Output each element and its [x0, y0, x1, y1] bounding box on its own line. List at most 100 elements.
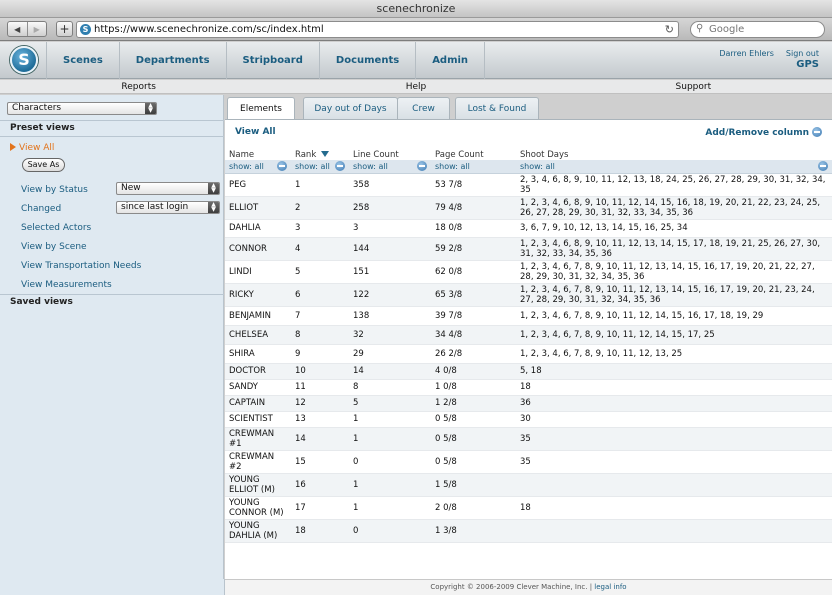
table-row[interactable]: CHELSEA 8 32 34 4/8 1, 2, 3, 4, 6, 7, 8, 9, …	[225, 325, 832, 345]
select-arrows-icon: ▲ ▼	[145, 103, 156, 114]
scenechronize-logo-icon[interactable]: S	[10, 46, 38, 74]
subnav-help[interactable]: Help	[277, 80, 554, 93]
table-row[interactable]: YOUNG ELLIOT (M) 16 1 1 5/8	[225, 473, 832, 497]
filter-page-count[interactable]: show: all	[431, 160, 516, 174]
table-row[interactable]: CREWMAN #2 15 0 0 5/8 35	[225, 450, 832, 474]
project-name[interactable]: GPS	[719, 59, 819, 70]
cell-name[interactable]: SCIENTIST	[225, 411, 291, 428]
column-header-name[interactable]: Name	[225, 148, 291, 160]
column-options-icon[interactable]	[812, 127, 822, 137]
address-bar[interactable]: S https://www.scenechronize.com/sc/index…	[76, 21, 679, 38]
cell-name[interactable]: CREWMAN #1	[225, 427, 291, 451]
table-row[interactable]: BENJAMIN 7 138 39 7/8 1, 2, 3, 4, 6, 7, 8, 9…	[225, 306, 832, 326]
cell-page-count: 62 0/8	[431, 260, 516, 284]
add-remove-column-button[interactable]: Add/Remove column	[705, 127, 822, 138]
preset-view-all[interactable]: View All	[10, 143, 54, 153]
sub-nav: Reports Help Support	[0, 80, 832, 94]
table-row[interactable]: CONNOR 4 144 59 2/8 1, 2, 3, 4, 6, 8, 9, 10,…	[225, 237, 832, 261]
subnav-support[interactable]: Support	[555, 80, 832, 93]
view-all-link[interactable]: View All	[235, 127, 276, 137]
table-row[interactable]: YOUNG CONNOR (M) 17 1 2 0/8 18	[225, 496, 832, 520]
cell-name[interactable]: LINDI	[225, 260, 291, 284]
cell-name[interactable]: BENJAMIN	[225, 306, 291, 326]
table-row[interactable]: CREWMAN #1 14 1 0 5/8 35	[225, 427, 832, 451]
table-row[interactable]: SCIENTIST 13 1 0 5/8 30	[225, 411, 832, 428]
cell-name[interactable]: PEG	[225, 173, 291, 197]
column-header-line-count[interactable]: Line Count	[349, 148, 431, 160]
subnav-reports[interactable]: Reports	[0, 80, 277, 93]
save-as-button[interactable]: Save As	[22, 158, 65, 172]
column-header-shoot-days[interactable]: Shoot Days	[516, 148, 832, 160]
nav-admin[interactable]: Admin	[415, 42, 486, 79]
view-by-scene-link[interactable]: View by Scene	[21, 242, 87, 252]
filter-shoot-days[interactable]: show: all	[516, 160, 832, 174]
cell-line-count: 5	[349, 395, 431, 412]
nav-scenes[interactable]: Scenes	[46, 42, 119, 79]
cell-name[interactable]: YOUNG DAHLIA (M)	[225, 519, 291, 543]
filter-name[interactable]: show: all	[225, 160, 291, 174]
search-input[interactable]	[709, 24, 819, 35]
add-bookmark-button[interactable]: +	[56, 21, 73, 37]
cell-name[interactable]: SHIRA	[225, 344, 291, 364]
filter-options-icon[interactable]	[818, 161, 828, 171]
cell-name[interactable]: YOUNG ELLIOT (M)	[225, 473, 291, 497]
column-header-rank[interactable]: Rank	[291, 148, 349, 160]
legal-info-link[interactable]: legal info	[594, 583, 626, 591]
cell-name[interactable]: CONNOR	[225, 237, 291, 261]
view-measurements-link[interactable]: View Measurements	[21, 280, 112, 290]
reload-icon[interactable]: ↻	[665, 23, 674, 36]
sign-out-link[interactable]: Sign out	[786, 49, 819, 58]
table-row[interactable]: PEG 1 358 53 7/8 2, 3, 4, 6, 8, 9, 10, 11, 1…	[225, 173, 832, 197]
filter-line-count[interactable]: show: all	[349, 160, 431, 174]
table-row[interactable]: SANDY 11 8 1 0/8 18	[225, 379, 832, 396]
table-row[interactable]: SHIRA 9 29 26 2/8 1, 2, 3, 4, 6, 7, 8, 9, 10…	[225, 344, 832, 364]
cell-page-count: 26 2/8	[431, 344, 516, 364]
view-transportation-needs-link[interactable]: View Transportation Needs	[21, 261, 141, 271]
cell-name[interactable]: YOUNG CONNOR (M)	[225, 496, 291, 520]
forward-icon[interactable]: ▶	[26, 22, 47, 36]
table-row[interactable]: DAHLIA 3 3 18 0/8 3, 6, 7, 9, 10, 12, 13, 14…	[225, 219, 832, 238]
table-row[interactable]: CAPTAIN 12 5 1 2/8 36	[225, 395, 832, 412]
table-row[interactable]: RICKY 6 122 65 3/8 1, 2, 3, 4, 6, 7, 8, 9, 1…	[225, 283, 832, 307]
cell-name[interactable]: DOCTOR	[225, 363, 291, 380]
cell-name[interactable]: DAHLIA	[225, 219, 291, 238]
view-by-status-link[interactable]: View by Status	[21, 185, 88, 195]
cell-name[interactable]: ELLIOT	[225, 196, 291, 220]
filter-options-icon[interactable]	[335, 161, 345, 171]
cell-page-count: 2 0/8	[431, 496, 516, 520]
cell-page-count: 1 3/8	[431, 519, 516, 543]
tab-elements[interactable]: Elements	[227, 97, 295, 121]
nav-departments[interactable]: Departments	[118, 42, 226, 79]
cell-line-count: 29	[349, 344, 431, 364]
changed-select[interactable]: since last login ▲ ▼	[116, 201, 220, 214]
category-select[interactable]: Characters ▲ ▼	[7, 102, 157, 115]
filter-options-icon[interactable]	[417, 161, 427, 171]
table-row[interactable]: LINDI 5 151 62 0/8 1, 2, 3, 4, 6, 7, 8, 9, 1…	[225, 260, 832, 284]
nav-stripboard[interactable]: Stripboard	[225, 42, 319, 79]
changed-link[interactable]: Changed	[21, 204, 61, 214]
table-row[interactable]: DOCTOR 10 14 4 0/8 5, 18	[225, 363, 832, 380]
cell-name[interactable]: CHELSEA	[225, 325, 291, 345]
url-text[interactable]: https://www.scenechronize.com/sc/index.h…	[94, 24, 324, 35]
nav-documents[interactable]: Documents	[318, 42, 415, 79]
cell-name[interactable]: CREWMAN #2	[225, 450, 291, 474]
user-name[interactable]: Darren Ehlers	[719, 49, 774, 58]
filter-rank[interactable]: show: all	[291, 160, 349, 174]
status-select[interactable]: New ▲ ▼	[116, 182, 220, 195]
cell-page-count: 1 2/8	[431, 395, 516, 412]
selected-actors-link[interactable]: Selected Actors	[21, 223, 91, 233]
cell-shoot-days: 18	[516, 496, 832, 520]
tab-day-out-of-days[interactable]: Day out of Days	[303, 97, 398, 119]
column-header-page-count[interactable]: Page Count	[431, 148, 516, 160]
tab-lost-and-found[interactable]: Lost & Found	[455, 97, 539, 119]
search-field[interactable]: ⚲	[690, 21, 825, 38]
category-select-value: Characters	[12, 103, 62, 113]
cell-name[interactable]: SANDY	[225, 379, 291, 396]
tab-crew[interactable]: Crew	[397, 97, 450, 119]
back-icon[interactable]: ◀	[8, 22, 27, 36]
table-row[interactable]: ELLIOT 2 258 79 4/8 1, 2, 3, 4, 6, 8, 9, 10,…	[225, 196, 832, 220]
cell-name[interactable]: RICKY	[225, 283, 291, 307]
table-row[interactable]: YOUNG DAHLIA (M) 18 0 1 3/8	[225, 519, 832, 543]
filter-options-icon[interactable]	[277, 161, 287, 171]
cell-name[interactable]: CAPTAIN	[225, 395, 291, 412]
